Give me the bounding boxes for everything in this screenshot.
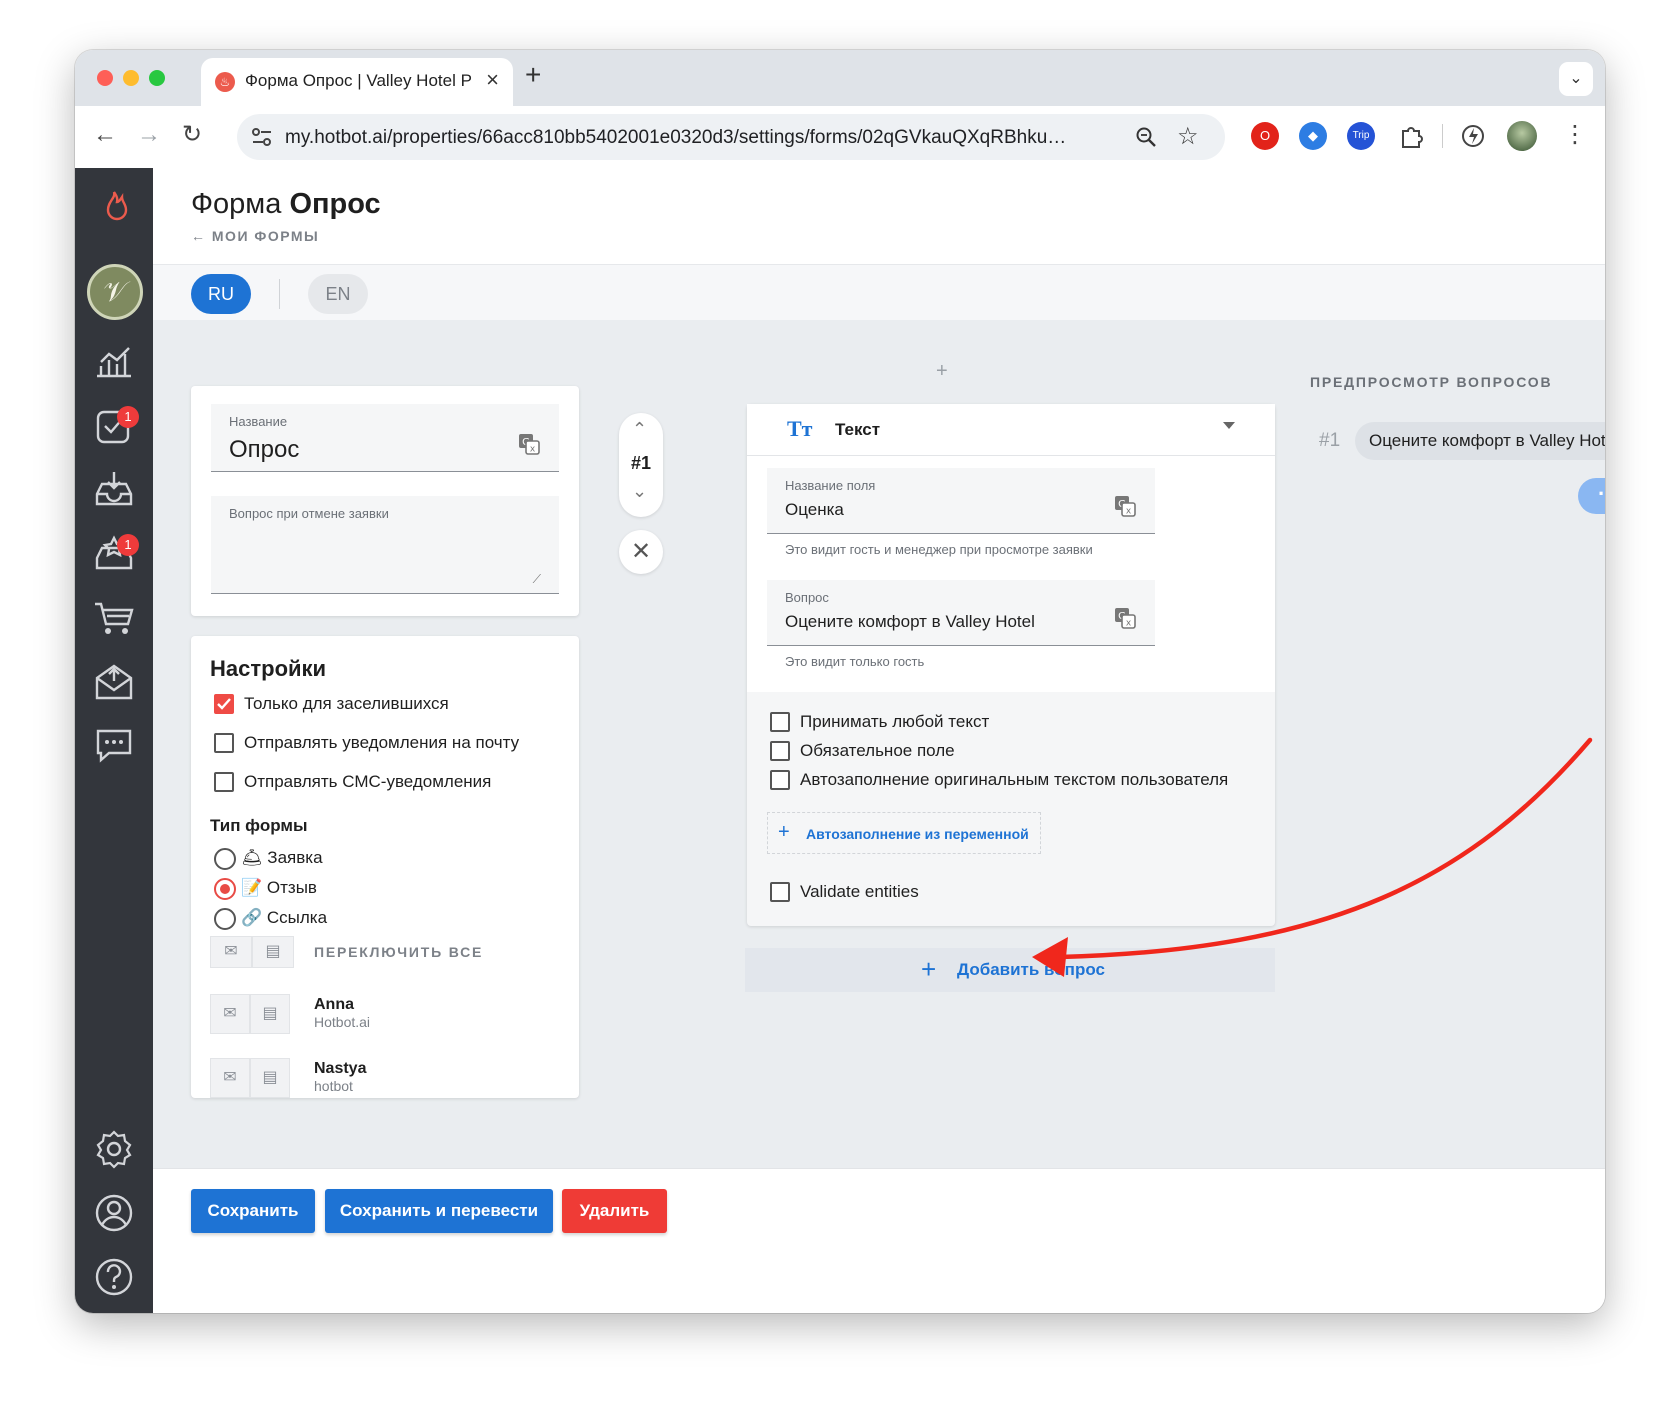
annotation-arrow: [1032, 737, 1593, 977]
